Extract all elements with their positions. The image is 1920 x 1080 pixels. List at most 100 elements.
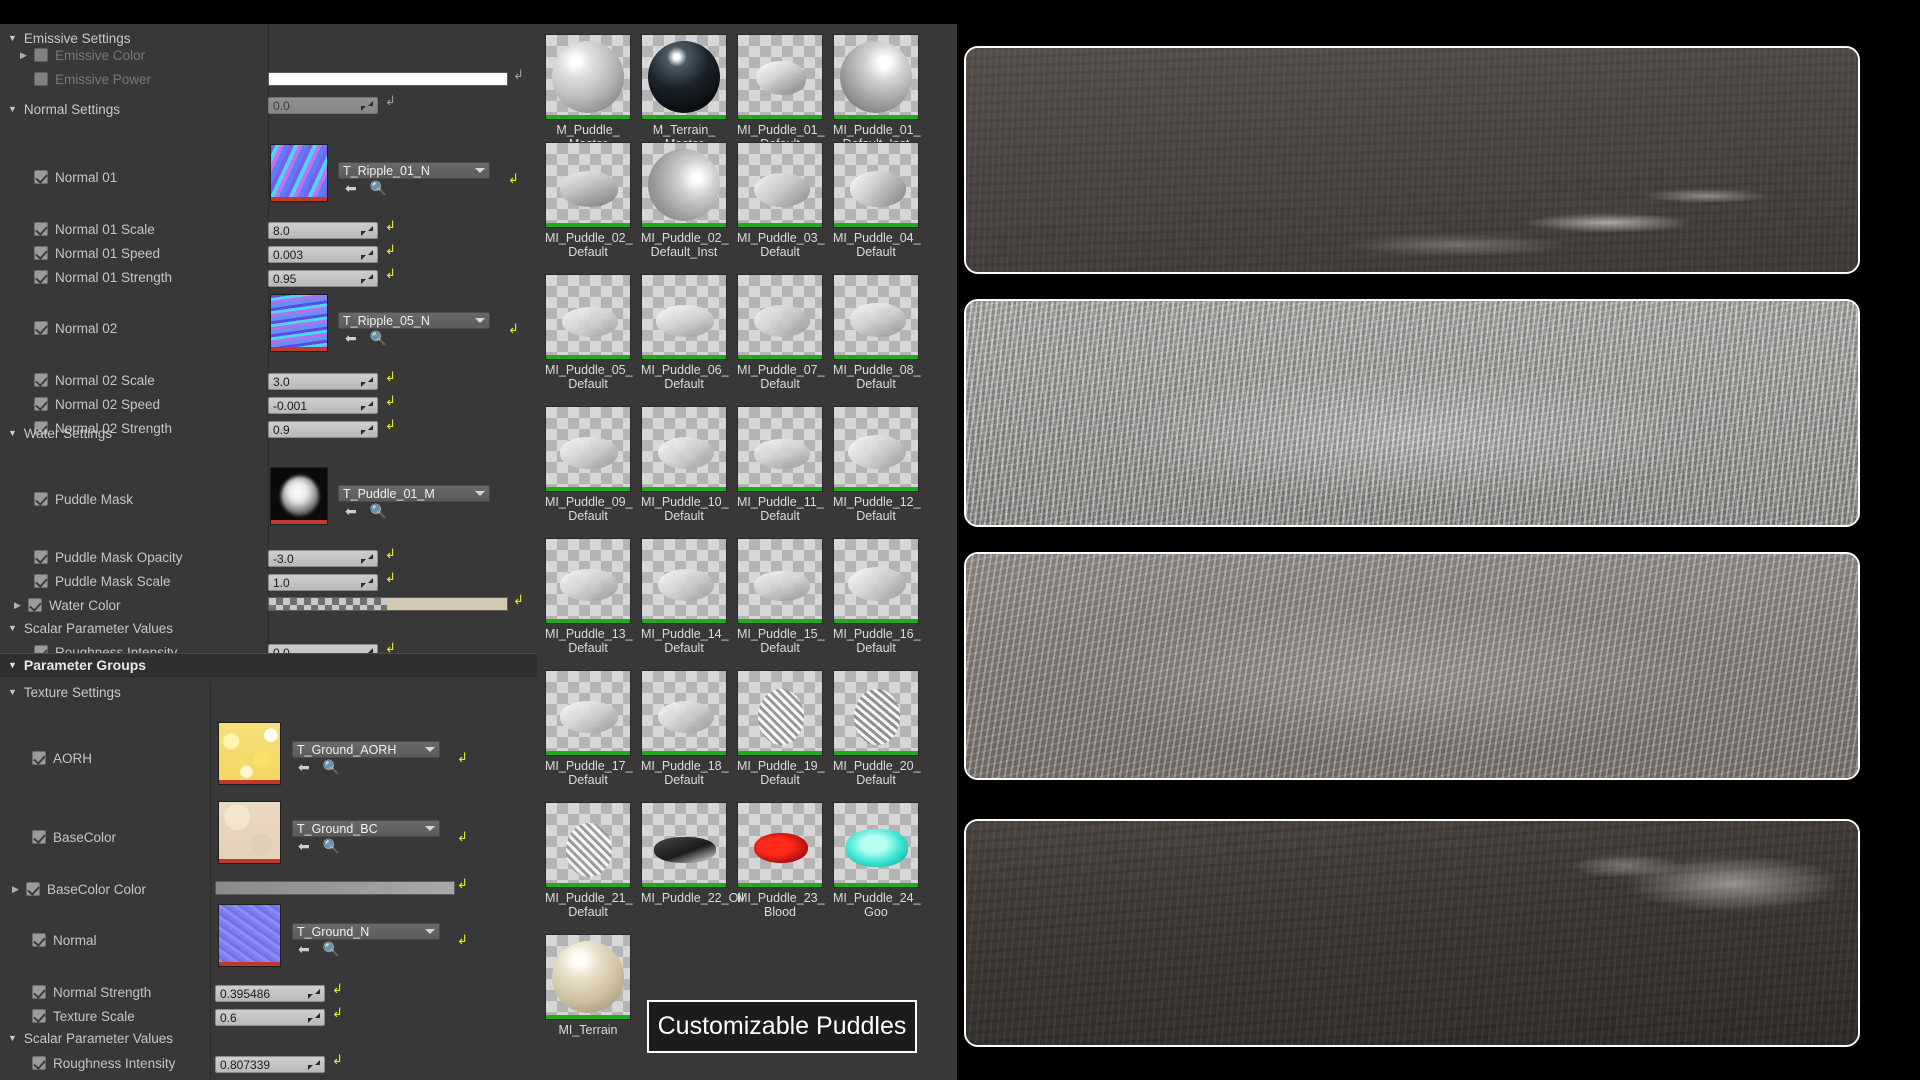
section-parameter-groups[interactable]: ▼ Parameter Groups	[0, 653, 537, 677]
magnifier-icon[interactable]: 🔍	[370, 331, 387, 345]
asset-tile[interactable]: MI_Puddle_02_ Default_Inst	[641, 142, 727, 259]
spinner-icon[interactable]	[361, 400, 373, 412]
combo-normal-texture[interactable]: T_Ground_N	[292, 923, 440, 940]
asset-thumbnail[interactable]	[641, 670, 727, 756]
preview-bright-rippled-water[interactable]	[964, 299, 1860, 527]
asset-tile[interactable]: MI_Puddle_11_ Default	[737, 406, 823, 523]
asset-tile[interactable]: MI_Puddle_02_ Default	[545, 142, 631, 259]
asset-thumbnail[interactable]	[833, 142, 919, 228]
checkbox-normal-01[interactable]	[34, 170, 48, 184]
field-normal-strength[interactable]: 0.395486	[215, 985, 325, 1002]
back-arrow-icon[interactable]: ⬅	[345, 181, 357, 195]
field-puddle-mask-opacity[interactable]: -3.0	[268, 550, 378, 567]
expand-triangle-icon[interactable]: ▶	[20, 50, 32, 61]
field-texture-scale[interactable]: 0.6	[215, 1009, 325, 1026]
asset-tile[interactable]: MI_Puddle_20_ Default	[833, 670, 919, 787]
magnifier-icon[interactable]: 🔍	[323, 942, 340, 956]
checkbox-aorh[interactable]	[32, 751, 46, 765]
checkbox-emissive-color[interactable]	[34, 48, 48, 62]
asset-tile[interactable]: MI_Puddle_16_ Default	[833, 538, 919, 655]
spinner-icon[interactable]	[361, 376, 373, 388]
back-arrow-icon[interactable]: ⬅	[298, 839, 310, 853]
asset-tile[interactable]: MI_Puddle_19_ Default	[737, 670, 823, 787]
asset-thumbnail[interactable]	[641, 34, 727, 120]
asset-thumbnail[interactable]	[641, 538, 727, 624]
asset-tile[interactable]: MI_Puddle_06_ Default	[641, 274, 727, 391]
spinner-icon[interactable]	[361, 273, 373, 285]
checkbox-texture-scale[interactable]	[32, 1009, 46, 1023]
asset-tile[interactable]: M_Terrain_ Master	[641, 34, 727, 151]
asset-thumbnail[interactable]	[545, 406, 631, 492]
spinner-icon[interactable]	[361, 249, 373, 261]
asset-tile[interactable]: MI_Puddle_13_ Default	[545, 538, 631, 655]
reset-normal-02-icon[interactable]: ↲	[508, 324, 520, 337]
combo-normal-01-texture[interactable]: T_Ripple_01_N	[338, 162, 490, 179]
field-roughness-intensity-2[interactable]: 0.807339	[215, 1056, 325, 1073]
magnifier-icon[interactable]: 🔍	[323, 760, 340, 774]
reset-puddle-mask-opacity-icon[interactable]: ↲	[385, 549, 397, 562]
reset-normal-01-scale-icon[interactable]: ↲	[385, 221, 397, 234]
asset-thumbnail[interactable]	[737, 142, 823, 228]
asset-tile[interactable]: MI_Puddle_04_ Default	[833, 142, 919, 259]
combo-puddle-mask-texture[interactable]: T_Puddle_01_M	[338, 485, 490, 502]
combo-basecolor-texture[interactable]: T_Ground_BC	[292, 820, 440, 837]
checkbox-normal-02-speed[interactable]	[34, 397, 48, 411]
asset-thumbnail[interactable]	[545, 934, 631, 1020]
reset-puddle-mask-scale-icon[interactable]: ↲	[385, 573, 397, 586]
magnifier-icon[interactable]: 🔍	[370, 181, 387, 195]
asset-tile[interactable]: MI_Puddle_01_ Default_Inst	[833, 34, 919, 151]
checkbox-normal-01-scale[interactable]	[34, 222, 48, 236]
checkbox-puddle-mask-scale[interactable]	[34, 574, 48, 588]
thumbnail-normal[interactable]	[218, 904, 281, 967]
reset-normal-01-icon[interactable]: ↲	[508, 174, 520, 187]
reset-normal-strength-icon[interactable]: ↲	[332, 984, 344, 997]
reset-water-color-icon[interactable]: ↲	[513, 595, 525, 608]
row-emissive-color[interactable]: ▶ Emissive Color	[0, 42, 537, 68]
asset-tile[interactable]: MI_Puddle_17_ Default	[545, 670, 631, 787]
reset-normal-01-speed-icon[interactable]: ↲	[385, 245, 397, 258]
asset-thumbnail[interactable]	[833, 670, 919, 756]
preview-grey-rain-surface[interactable]	[964, 552, 1860, 780]
checkbox-roughness-intensity-2[interactable]	[32, 1056, 46, 1070]
checkbox-normal[interactable]	[32, 933, 46, 947]
back-arrow-icon[interactable]: ⬅	[298, 760, 310, 774]
asset-thumbnail[interactable]	[737, 406, 823, 492]
expand-triangle-icon[interactable]: ▶	[12, 884, 24, 895]
preview-dark-night-puddle[interactable]	[964, 819, 1860, 1047]
checkbox-normal-02[interactable]	[34, 321, 48, 335]
asset-thumbnail[interactable]	[833, 406, 919, 492]
thumbnail-basecolor[interactable]	[218, 801, 281, 864]
group-header-scalar-parameter-values-2[interactable]: ▼ Scalar Parameter Values	[0, 1027, 537, 1049]
spinner-icon[interactable]	[308, 1059, 320, 1071]
asset-thumbnail[interactable]	[545, 670, 631, 756]
thumbnail-normal-01[interactable]	[270, 144, 328, 202]
asset-tile[interactable]: MI_Puddle_07_ Default	[737, 274, 823, 391]
asset-tile[interactable]: MI_Puddle_14_ Default	[641, 538, 727, 655]
thumbnail-aorh[interactable]	[218, 722, 281, 785]
asset-thumbnail[interactable]	[641, 274, 727, 360]
asset-thumbnail[interactable]	[737, 34, 823, 120]
row-emissive-power[interactable]: ▶ Emissive Power	[0, 66, 537, 92]
asset-tile[interactable]: MI_Puddle_21_ Default	[545, 802, 631, 919]
reset-aorh-icon[interactable]: ↲	[457, 753, 469, 766]
reset-basecolor-color-icon[interactable]: ↲	[457, 879, 469, 892]
asset-tile[interactable]: MI_Terrain	[545, 934, 631, 1037]
asset-thumbnail[interactable]	[545, 34, 631, 120]
checkbox-normal-01-strength[interactable]	[34, 270, 48, 284]
asset-tile[interactable]: M_Puddle_ Master	[545, 34, 631, 151]
spinner-icon[interactable]	[361, 225, 373, 237]
checkbox-normal-02-scale[interactable]	[34, 373, 48, 387]
magnifier-icon[interactable]: 🔍	[370, 504, 387, 518]
spinner-icon[interactable]	[361, 553, 373, 565]
asset-tile[interactable]: MI_Puddle_18_ Default	[641, 670, 727, 787]
basecolor-color-swatch[interactable]	[215, 881, 455, 895]
checkbox-puddle-mask-opacity[interactable]	[34, 550, 48, 564]
checkbox-basecolor-color[interactable]	[26, 882, 40, 896]
field-normal-01-strength[interactable]: 0.95	[268, 270, 378, 287]
asset-thumbnail[interactable]	[833, 274, 919, 360]
asset-thumbnail[interactable]	[641, 142, 727, 228]
back-arrow-icon[interactable]: ⬅	[298, 942, 310, 956]
asset-thumbnail[interactable]	[545, 802, 631, 888]
asset-thumbnail[interactable]	[545, 142, 631, 228]
asset-tile[interactable]: MI_Puddle_22_Oil	[641, 802, 727, 905]
